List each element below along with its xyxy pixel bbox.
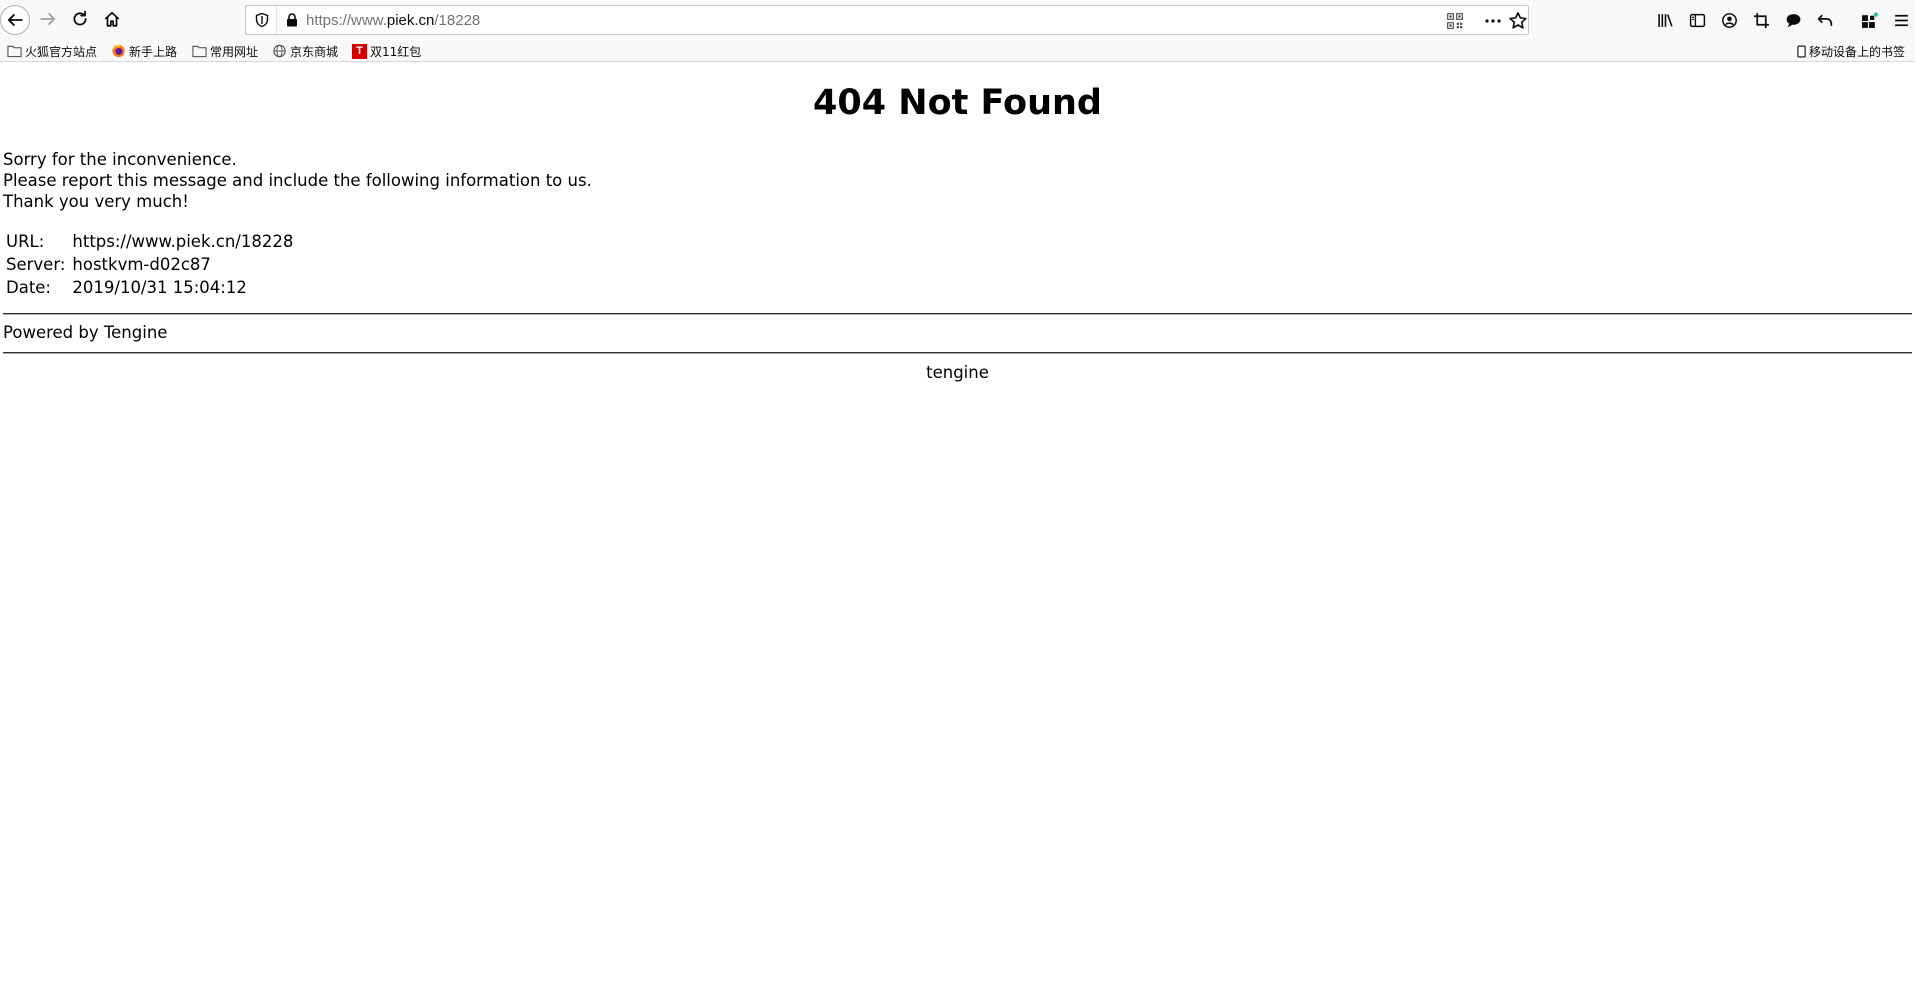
mobile-phone-icon xyxy=(1797,45,1806,58)
table-row: Date: 2019/10/31 15:04:12 xyxy=(6,277,293,298)
folder-icon xyxy=(7,45,22,58)
message-line: Thank you very much! xyxy=(3,192,189,211)
back-arrow-icon xyxy=(7,14,23,26)
home-icon xyxy=(104,11,120,27)
mobile-bookmarks-label: 移动设备上的书签 xyxy=(1808,45,1905,59)
qr-code-icon[interactable] xyxy=(1446,12,1464,30)
globe-icon xyxy=(273,44,286,58)
bookmark-label: 新手上路 xyxy=(129,44,178,59)
message-line: Please report this message and include t… xyxy=(3,171,592,190)
info-key: Date: xyxy=(6,278,51,297)
bookmark-label: 京东商城 xyxy=(290,44,339,59)
error-message: Sorry for the inconvenience. Please repo… xyxy=(3,149,592,212)
info-value: 2019/10/31 15:04:12 xyxy=(72,278,247,297)
info-key: URL: xyxy=(6,232,45,251)
screenshot-crop-icon[interactable] xyxy=(1751,10,1771,30)
home-button[interactable] xyxy=(97,4,127,34)
bookmark-label: 双11红包 xyxy=(370,44,422,59)
bookmark-label: 常用网址 xyxy=(210,44,259,59)
info-value: hostkvm-d02c87 xyxy=(72,255,211,274)
powered-by-text: Powered by Tengine xyxy=(3,323,168,342)
tracking-shield-icon[interactable] xyxy=(254,12,270,28)
back-button[interactable] xyxy=(0,5,30,35)
url-text[interactable]: https://www.piek.cn/18228 xyxy=(306,12,480,29)
bookmark-item[interactable]: 京东商城 xyxy=(272,43,338,59)
bookmark-label: 火狐官方站点 xyxy=(25,44,98,59)
firefox-icon xyxy=(112,44,125,58)
bookmark-item[interactable]: 火狐官方站点 xyxy=(7,43,97,59)
bookmarks-toolbar: 火狐官方站点 新手上路 常用网址 京东商城 T 双11红包 移动设备上的书签 xyxy=(0,40,1915,62)
sidebar-icon[interactable] xyxy=(1687,10,1707,30)
tmall-icon: T xyxy=(352,43,367,59)
request-info-table: URL: https://www.piek.cn/18228 Server: h… xyxy=(3,229,296,300)
reload-button[interactable] xyxy=(65,4,95,34)
forward-button[interactable] xyxy=(33,4,63,34)
chat-bubble-icon[interactable] xyxy=(1783,10,1803,30)
server-footer: tengine xyxy=(926,363,989,382)
divider xyxy=(3,313,1912,315)
divider xyxy=(3,352,1912,354)
page-content: 404 Not Found Sorry for the inconvenienc… xyxy=(0,63,1915,1005)
message-line: Sorry for the inconvenience. xyxy=(3,150,237,169)
bookmark-star-icon[interactable] xyxy=(1508,11,1528,31)
undo-arrow-icon[interactable] xyxy=(1815,10,1835,30)
mobile-bookmarks[interactable]: 移动设备上的书签 xyxy=(1797,43,1905,60)
url-prefix: https://www. xyxy=(306,12,387,29)
urlbar-separator xyxy=(276,6,277,34)
table-row: Server: hostkvm-d02c87 xyxy=(6,254,293,275)
bookmark-item[interactable]: 新手上路 xyxy=(111,43,177,59)
bookmark-item[interactable]: 常用网址 xyxy=(192,43,258,59)
url-host: piek.cn xyxy=(386,12,435,29)
info-value: https://www.piek.cn/18228 xyxy=(72,232,294,251)
address-bar[interactable]: https://www.piek.cn/18228 xyxy=(245,5,1529,35)
table-row: URL: https://www.piek.cn/18228 xyxy=(6,231,293,252)
url-path: /18228 xyxy=(434,12,481,29)
page-title: 404 Not Found xyxy=(813,83,1102,123)
menu-hamburger-icon[interactable] xyxy=(1891,10,1911,30)
lock-icon[interactable] xyxy=(284,12,300,28)
reload-icon xyxy=(73,10,87,26)
forward-arrow-icon xyxy=(40,13,56,25)
browser-toolbar: https://www.piek.cn/18228 xyxy=(0,0,1915,40)
library-icon[interactable] xyxy=(1655,10,1675,30)
bookmark-item[interactable]: T 双11红包 xyxy=(352,43,421,59)
page-actions-icon[interactable] xyxy=(1483,12,1503,30)
account-icon[interactable] xyxy=(1719,10,1739,30)
folder-icon xyxy=(192,45,207,58)
info-key: Server: xyxy=(6,255,66,274)
extensions-icon[interactable] xyxy=(1859,10,1879,30)
